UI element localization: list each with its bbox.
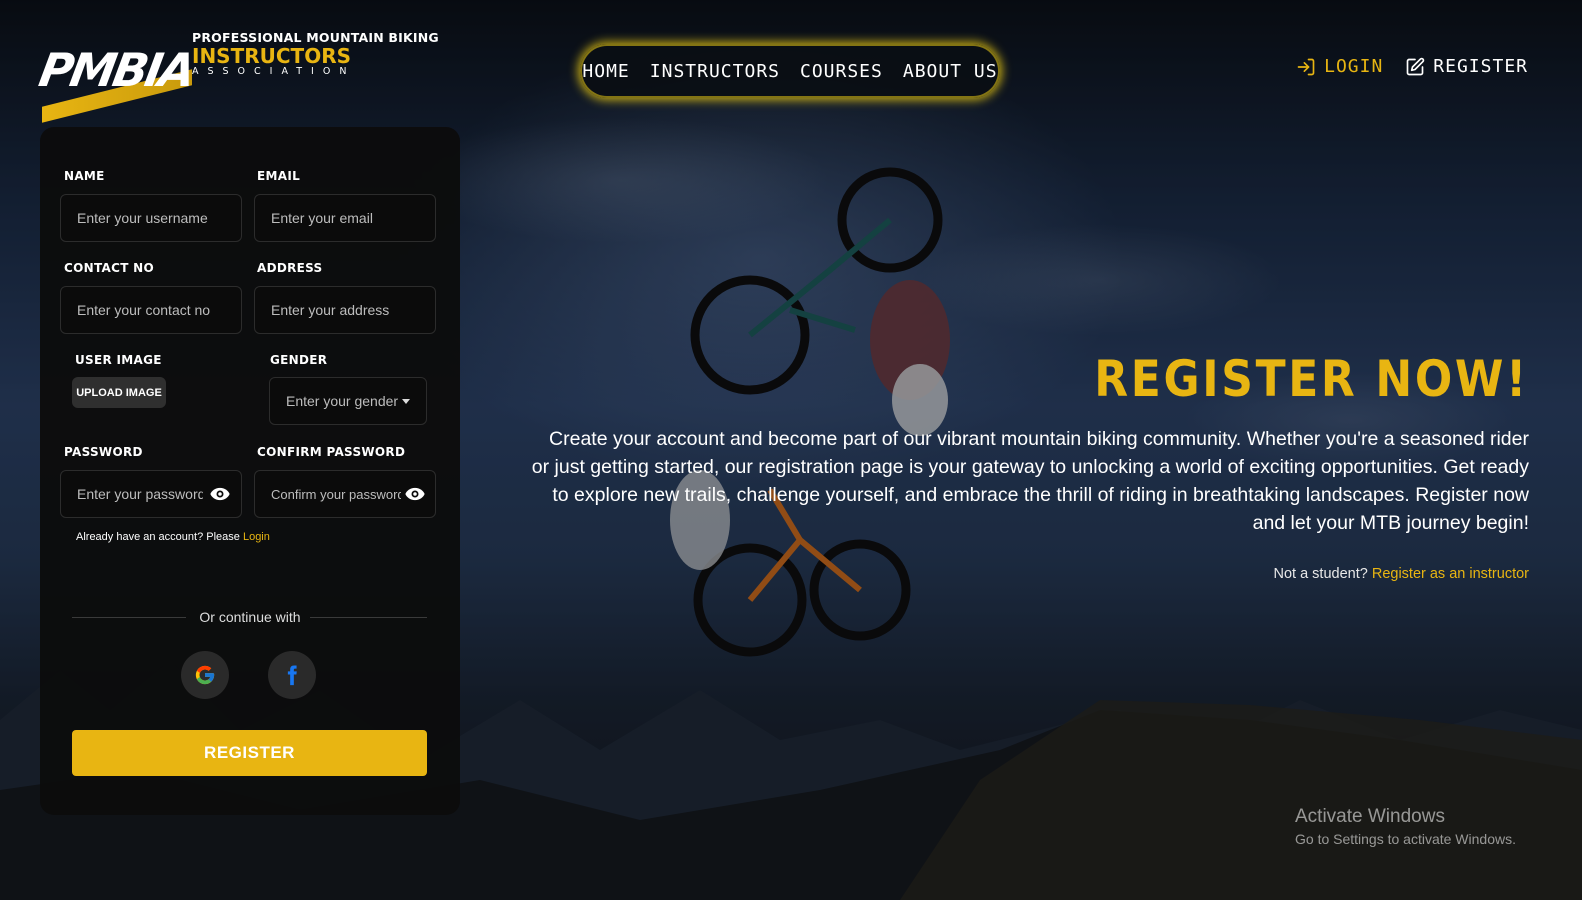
eye-icon[interactable] <box>209 487 231 501</box>
login-hint-link[interactable]: Login <box>243 531 270 543</box>
name-label: NAME <box>64 169 105 183</box>
login-label: LOGIN <box>1324 56 1384 77</box>
address-input[interactable] <box>254 286 436 334</box>
upload-image-button[interactable]: UPLOAD IMAGE <box>72 377 166 408</box>
windows-watermark: Activate Windows Go to Settings to activ… <box>1295 806 1516 847</box>
instructor-note: Not a student? Register as an instructor <box>1273 566 1529 582</box>
register-link[interactable]: REGISTER <box>1405 56 1528 77</box>
logo-line-3: ASSOCIATION <box>192 65 356 77</box>
password-label: PASSWORD <box>64 445 143 459</box>
watermark-subtitle: Go to Settings to activate Windows. <box>1295 831 1516 847</box>
nav-courses[interactable]: COURSES <box>800 61 883 82</box>
address-label: ADDRESS <box>257 261 323 275</box>
google-button[interactable] <box>181 651 229 699</box>
gender-select[interactable]: Enter your gender <box>269 377 427 425</box>
hero-title: REGISTER NOW! <box>1094 350 1529 408</box>
logo-mark: PMBIA <box>35 43 198 97</box>
name-input[interactable] <box>60 194 242 242</box>
main-nav: HOME INSTRUCTORS COURSES ABOUT US <box>580 44 1000 98</box>
login-icon <box>1297 58 1315 75</box>
watermark-title: Activate Windows <box>1295 806 1445 827</box>
nav-home[interactable]: HOME <box>582 61 629 82</box>
register-instructor-link[interactable]: Register as an instructor <box>1372 566 1529 582</box>
google-icon <box>195 665 215 685</box>
email-input[interactable] <box>254 194 436 242</box>
confirm-password-label: CONFIRM PASSWORD <box>257 445 406 459</box>
nav-about-us[interactable]: ABOUT US <box>903 61 998 82</box>
hero-description: Create your account and become part of o… <box>531 428 1529 534</box>
brand-logo[interactable]: PMBIA PROFESSIONAL MOUNTAIN BIKING INSTR… <box>35 30 440 123</box>
register-button[interactable]: REGISTER <box>72 730 427 776</box>
contact-input[interactable] <box>60 286 242 334</box>
facebook-button[interactable] <box>268 651 316 699</box>
edit-icon <box>1406 57 1425 75</box>
divider-text: Or continue with <box>199 609 301 625</box>
register-label: REGISTER <box>1433 56 1528 77</box>
instructor-note-text: Not a student? <box>1273 566 1368 582</box>
logo-text: PROFESSIONAL MOUNTAIN BIKING INSTRUCTORS… <box>192 30 439 77</box>
gender-select-value: Enter your gender <box>286 393 399 409</box>
facebook-icon <box>287 665 297 686</box>
auth-links: LOGIN REGISTER <box>1296 56 1528 77</box>
logo-line-1: PROFESSIONAL MOUNTAIN BIKING <box>192 30 439 45</box>
chevron-down-icon <box>402 398 410 404</box>
gender-label: GENDER <box>270 353 328 367</box>
login-link[interactable]: LOGIN <box>1296 56 1383 77</box>
contact-label: CONTACT NO <box>64 261 155 275</box>
registration-form: NAME EMAIL CONTACT NO ADDRESS USER IMAGE… <box>40 127 460 815</box>
nav-instructors[interactable]: INSTRUCTORS <box>650 61 780 82</box>
email-label: EMAIL <box>257 169 301 183</box>
user-image-label: USER IMAGE <box>75 353 162 367</box>
logo-line-2: INSTRUCTORS <box>192 43 351 68</box>
login-hint: Already have an account? Please Login <box>76 531 270 543</box>
login-hint-text: Already have an account? Please <box>76 531 240 543</box>
eye-icon[interactable] <box>404 487 426 501</box>
